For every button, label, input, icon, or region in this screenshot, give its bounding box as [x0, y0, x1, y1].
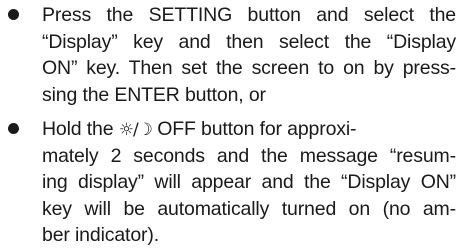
bullet-icon	[8, 123, 19, 134]
text-line: Hold the ☼/☽ OFF button for approxi-	[42, 116, 456, 143]
sun-moon-icon: ☼/☽	[118, 120, 153, 140]
text-line: Press the SETTING button and select the	[42, 4, 456, 26]
text-line: ber indicator).	[42, 224, 159, 246]
text-line: ON” key. Then set the screen to on by pr…	[42, 57, 456, 79]
bullet-icon	[8, 9, 19, 20]
text-line: “Display” key and then select the “Displ…	[42, 30, 456, 53]
text-fragment: OFF button for approxi-	[151, 118, 357, 140]
document-page: Press the SETTING button and select the …	[0, 0, 460, 247]
text-line: ing display” will appear and the “Displa…	[42, 171, 456, 193]
list-item-text: Press the SETTING button and select the …	[42, 2, 456, 108]
list-item-text: Hold the ☼/☽ OFF button for approxi- mat…	[42, 116, 456, 249]
text-line: key will be automatically turned on (no …	[42, 197, 456, 220]
text-line: mately 2 seconds and the message “resum-	[42, 144, 456, 167]
text-line: sing the ENTER button, or	[42, 83, 266, 106]
text-fragment: Hold the	[42, 118, 119, 140]
